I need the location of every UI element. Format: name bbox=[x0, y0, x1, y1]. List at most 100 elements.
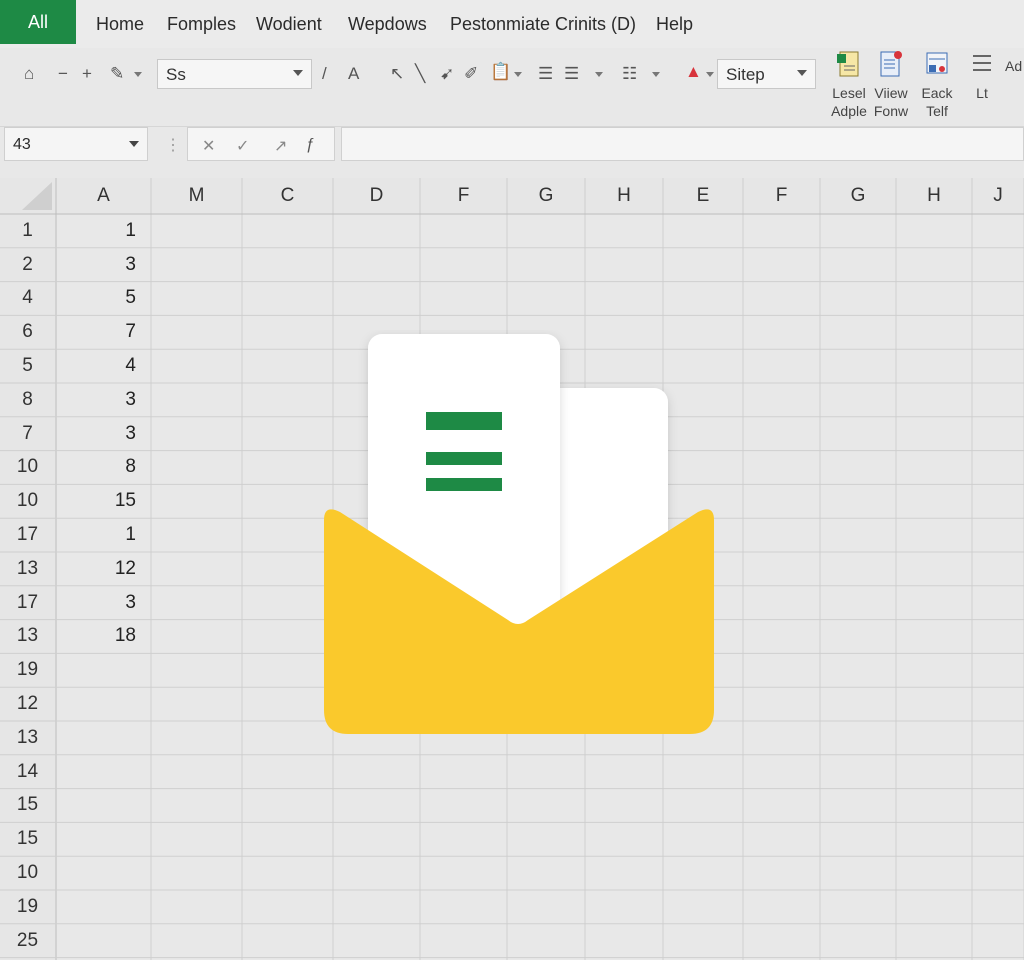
cell-a[interactable]: 5 bbox=[56, 282, 136, 316]
row-header[interactable]: 25 bbox=[0, 924, 55, 958]
row-header[interactable]: 10 bbox=[0, 451, 55, 485]
row-header[interactable]: 10 bbox=[0, 484, 55, 518]
column-header[interactable]: E bbox=[663, 178, 743, 214]
chevron-down-icon[interactable] bbox=[514, 72, 522, 77]
column-header[interactable]: M bbox=[151, 178, 242, 214]
list-icon[interactable]: ☷ bbox=[622, 64, 637, 84]
column-header[interactable]: G bbox=[820, 178, 896, 214]
style-select-value: Sitep bbox=[726, 65, 765, 84]
row-header[interactable]: 13 bbox=[0, 552, 55, 586]
cell-a[interactable]: 12 bbox=[56, 552, 136, 586]
fill-color-icon[interactable]: ▲ bbox=[685, 62, 702, 82]
name-box[interactable]: 43 bbox=[4, 127, 148, 161]
diagonal-line-icon[interactable]: ╲ bbox=[415, 64, 425, 84]
column-header[interactable]: J bbox=[972, 178, 1024, 214]
table-icon bbox=[924, 50, 950, 78]
tab-wodient[interactable]: Wodient bbox=[256, 14, 322, 35]
style-select[interactable]: Sitep bbox=[717, 59, 816, 89]
font-select-value: Ss bbox=[166, 65, 186, 84]
align-left-icon[interactable]: ☰ bbox=[538, 64, 553, 84]
tab-help[interactable]: Help bbox=[656, 14, 693, 35]
cell-a[interactable]: 3 bbox=[56, 248, 136, 282]
clipboard-icon[interactable]: 📋 bbox=[490, 62, 511, 82]
cell-a[interactable]: 3 bbox=[56, 417, 136, 451]
confirm-icon[interactable]: ✓ bbox=[236, 136, 249, 156]
formula-input[interactable] bbox=[341, 127, 1024, 161]
function-icon[interactable]: ƒ bbox=[306, 136, 315, 154]
select-all-corner[interactable] bbox=[0, 178, 56, 214]
drag-handle-icon[interactable]: ⋮ bbox=[165, 135, 181, 155]
chevron-down-icon[interactable] bbox=[706, 72, 714, 77]
lt-label-1: Lt bbox=[976, 85, 988, 101]
row-header[interactable]: 4 bbox=[0, 282, 55, 316]
paste-icon[interactable]: ⌂ bbox=[24, 64, 34, 84]
chevron-down-icon[interactable] bbox=[134, 72, 142, 77]
tab-pestonmiate[interactable]: Pestonmiate Crinits (D) bbox=[450, 14, 636, 35]
cell-a[interactable]: 8 bbox=[56, 451, 136, 485]
cell-a[interactable]: 1 bbox=[56, 214, 136, 248]
font-color-icon[interactable]: A bbox=[348, 64, 359, 84]
column-header[interactable]: F bbox=[420, 178, 507, 214]
formula-actions: ✕ ✓ ↗ ƒ bbox=[187, 127, 335, 161]
eack-label-2: Telf bbox=[926, 103, 948, 119]
overflow-label[interactable]: Ad bbox=[1005, 58, 1022, 74]
mail-document-icon bbox=[320, 330, 720, 740]
font-select[interactable]: Ss bbox=[157, 59, 312, 89]
row-header[interactable]: 12 bbox=[0, 687, 55, 721]
column-header[interactable]: H bbox=[585, 178, 663, 214]
column-header[interactable]: F bbox=[743, 178, 820, 214]
menu-bar: All Home Fomples Wodient Wepdows Pestonm… bbox=[0, 0, 1024, 48]
column-header[interactable]: D bbox=[333, 178, 420, 214]
arrow-icon[interactable]: ↗ bbox=[274, 136, 287, 156]
minus-icon[interactable]: − bbox=[58, 64, 68, 84]
row-header[interactable]: 15 bbox=[0, 822, 55, 856]
row-header[interactable]: 10 bbox=[0, 856, 55, 890]
column-header[interactable]: C bbox=[242, 178, 333, 214]
formula-bar: 43 ⋮ ✕ ✓ ↗ ƒ bbox=[0, 126, 1024, 178]
cell-a[interactable]: 7 bbox=[56, 315, 136, 349]
row-header[interactable]: 1 bbox=[0, 214, 55, 248]
tab-wepdows[interactable]: Wepdows bbox=[348, 14, 427, 35]
cell-a[interactable]: 15 bbox=[56, 484, 136, 518]
tab-fomples[interactable]: Fomples bbox=[167, 14, 236, 35]
column-header[interactable]: G bbox=[507, 178, 585, 214]
lt-button[interactable]: Lt bbox=[955, 50, 1009, 102]
list-lines-icon bbox=[969, 50, 995, 78]
pointer-icon[interactable]: ↖ bbox=[390, 64, 404, 84]
column-header[interactable]: H bbox=[896, 178, 972, 214]
align-center-icon[interactable]: ☰ bbox=[564, 64, 579, 84]
row-header[interactable]: 2 bbox=[0, 248, 55, 282]
row-header[interactable]: 15 bbox=[0, 789, 55, 823]
tab-all[interactable]: All bbox=[0, 0, 76, 44]
format-painter-icon[interactable]: ✎ bbox=[110, 64, 124, 84]
row-header[interactable]: 7 bbox=[0, 417, 55, 451]
arrow-icon[interactable]: ➹ bbox=[440, 64, 454, 84]
pen-icon[interactable]: ✐ bbox=[464, 64, 478, 84]
column-header[interactable]: A bbox=[56, 178, 151, 214]
row-header[interactable]: 14 bbox=[0, 755, 55, 789]
ribbon: ⌂ − + ✎ Ss / A ↖ ╲ ➹ ✐ 📋 ☰ ☰ ☷ ▲ Sitep L… bbox=[0, 48, 1024, 126]
cell-a[interactable]: 18 bbox=[56, 620, 136, 654]
italic-icon[interactable]: / bbox=[322, 64, 327, 84]
chevron-down-icon bbox=[293, 70, 303, 76]
cancel-icon[interactable]: ✕ bbox=[202, 136, 215, 156]
row-header[interactable]: 13 bbox=[0, 721, 55, 755]
row-header[interactable]: 19 bbox=[0, 653, 55, 687]
chevron-down-icon[interactable] bbox=[652, 72, 660, 77]
name-box-value: 43 bbox=[13, 136, 31, 153]
cell-a[interactable]: 3 bbox=[56, 383, 136, 417]
row-header[interactable]: 5 bbox=[0, 349, 55, 383]
cell-a[interactable]: 4 bbox=[56, 349, 136, 383]
chevron-down-icon[interactable] bbox=[595, 72, 603, 77]
cell-a[interactable]: 3 bbox=[56, 586, 136, 620]
tab-home[interactable]: Home bbox=[96, 14, 144, 35]
row-header[interactable]: 17 bbox=[0, 518, 55, 552]
row-header[interactable]: 17 bbox=[0, 586, 55, 620]
plus-icon[interactable]: + bbox=[82, 64, 92, 84]
row-header[interactable]: 19 bbox=[0, 890, 55, 924]
row-header[interactable]: 6 bbox=[0, 315, 55, 349]
document-icon bbox=[836, 50, 862, 78]
row-header[interactable]: 8 bbox=[0, 383, 55, 417]
cell-a[interactable]: 1 bbox=[56, 518, 136, 552]
row-header[interactable]: 13 bbox=[0, 620, 55, 654]
